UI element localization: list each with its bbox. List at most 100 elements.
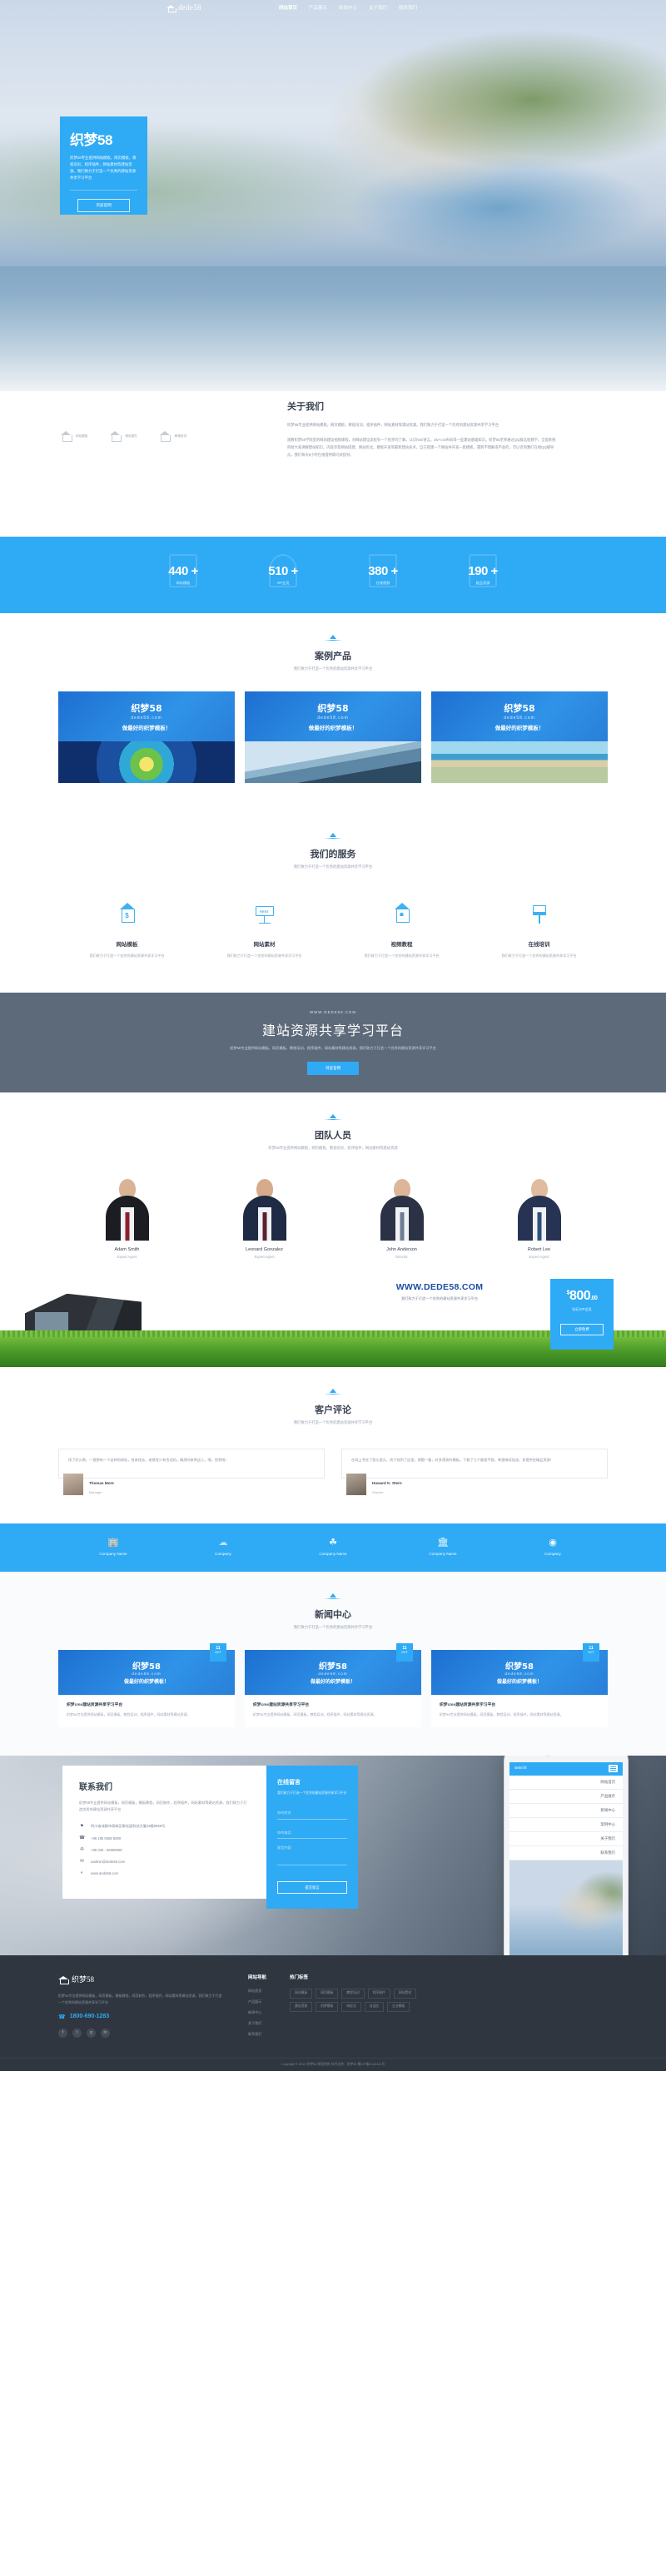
product-card[interactable]: 织梦58 dede58.com 做最好的织梦模板！	[245, 691, 421, 783]
team-member[interactable]: Adam Smith Expert Agent	[58, 1176, 196, 1259]
news-banner: 织梦58 dede58.com 做最好的织梦模板！	[58, 1649, 235, 1695]
testimonials-title: 客户评论	[315, 1404, 351, 1415]
footer-tag[interactable]: 企业模板	[387, 2001, 410, 2012]
nav-item-contact[interactable]: 联系我们	[399, 4, 417, 11]
twitter-icon[interactable]: t	[72, 2028, 82, 2038]
footer-tag[interactable]: 自适应	[364, 2001, 385, 2012]
news-subtitle: 我们致力于打造一个优秀的建站资源共享学习平台	[293, 1624, 373, 1629]
mobile-menu-item-cases[interactable]: 案例中心	[509, 1818, 623, 1832]
news-month: OCT	[401, 1650, 408, 1654]
news-card[interactable]: 织梦58 dede58.com 做最好的织梦模板！ 11 OCT 织梦cms建站…	[245, 1642, 421, 1727]
news-grid: 织梦58 dede58.com 做最好的织梦模板！ 11 OCT 织梦cms建站…	[58, 1642, 608, 1727]
phone-input[interactable]	[277, 1826, 347, 1840]
author-role: Director	[372, 1490, 384, 1495]
about-feature-list: 网站模板 程序插件 教程培训	[60, 431, 186, 442]
hero-cta-button[interactable]: 浏览官网	[77, 198, 130, 212]
mobile-menu-item-about[interactable]: 关于我们	[509, 1832, 623, 1846]
products-title: 案例产品	[315, 651, 351, 661]
partner-item[interactable]: ◉ Company	[498, 1538, 608, 1557]
footer-link-about[interactable]: 关于我们	[248, 2021, 266, 2026]
hamburger-menu-icon[interactable]	[609, 1765, 618, 1773]
mobile-menu-item-products[interactable]: 产品展示	[509, 1790, 623, 1804]
footer-tag[interactable]: 网站模板	[290, 1988, 313, 1999]
footer-link-news[interactable]: 新闻中心	[248, 2010, 266, 2015]
cta-button[interactable]: 浏览官网	[307, 1061, 359, 1075]
message-textarea[interactable]	[277, 1842, 347, 1866]
hero-card: 织梦58 织梦58专业提供网站模板，网页模板，教程培训，程序插件，网站素材等建站…	[60, 116, 147, 215]
footer-tag[interactable]: 教程培训	[341, 1988, 365, 1999]
contact-email[interactable]: aadmin@dede58.com	[91, 1860, 125, 1864]
partner-item[interactable]: ☁ Company	[168, 1538, 278, 1557]
partner-item[interactable]: 🏢 Company Name	[58, 1538, 168, 1557]
promo-text-block: WWW.DEDE58.COM 我们致力于打造一个优秀的建站资源共享学习平台	[340, 1282, 539, 1301]
house-icon	[159, 431, 171, 442]
product-card[interactable]: 织梦58 dede58.com 做最好的织梦模板！	[58, 691, 235, 783]
news-card[interactable]: 织梦58 dede58.com 做最好的织梦模板！ 11 OCT 织梦cms建站…	[58, 1642, 235, 1727]
product-card[interactable]: 织梦58 dede58.com 做最好的织梦模板！	[431, 691, 608, 783]
hero-divider	[70, 189, 137, 191]
footer-tag[interactable]: 织梦模板	[316, 2001, 339, 2012]
team-member[interactable]: John Anderson Director	[333, 1176, 470, 1259]
service-item-online-training[interactable]: 在线培训 我们致力于打造一个优秀的建站资源共享学习平台	[470, 903, 608, 959]
google-icon[interactable]: g	[87, 2028, 96, 2038]
products-heading: 案例产品 我们致力于打造一个优秀的建站资源共享学习平台	[0, 613, 666, 671]
facebook-icon[interactable]: f	[58, 2028, 67, 2038]
footer-tag[interactable]: 建站资源	[290, 2001, 313, 2012]
stat-value: 440 +	[168, 564, 198, 578]
testimonials-grid: 找了好久啊，一直想有一个这样的网站，找来找去，老感觉少有合适的。偶然间来到这儿，…	[58, 1448, 608, 1495]
footer-link-contact[interactable]: 联系我们	[248, 2032, 266, 2037]
product-banner: 织梦58 dede58.com 做最好的织梦模板！	[58, 691, 235, 741]
cta-url: WWW.DEDE58.COM	[310, 1009, 356, 1014]
price-cta-button[interactable]: 立即免费	[560, 1323, 604, 1335]
footer-tag[interactable]: 网页模板	[316, 1988, 339, 1999]
team-member[interactable]: Robert Lee Expert Agent	[470, 1176, 608, 1259]
nav-item-news[interactable]: 新闻中心	[339, 4, 357, 11]
news-card[interactable]: 织梦58 dede58.com 做最好的织梦模板！ 11 OCT 织梦cms建站…	[431, 1642, 608, 1727]
member-role: Expert Agent	[529, 1254, 549, 1259]
rent-sign-icon: RENT	[255, 903, 275, 924]
statistics-bar: 440 + 网站模板 510 + VIP会员 380 + 在线视频 190 + …	[0, 537, 666, 613]
contact-info-card: 联系我们 织梦58专业提供网站模板，网页模板，模板教程，网页制作，程序插件，网站…	[62, 1765, 266, 1900]
author-name: Howard K. Stern	[372, 1481, 402, 1486]
avatar	[63, 1473, 83, 1495]
stat-value: 380 +	[368, 564, 398, 578]
partner-item[interactable]: ☘ Company Name	[278, 1538, 388, 1557]
promo-subtitle: 我们致力于打造一个优秀的建站资源共享学习平台	[400, 1295, 479, 1300]
submit-message-button[interactable]: 提交留言	[277, 1881, 347, 1895]
team-heading: 团队人员 织梦58专业提供网站模板，网页模板，教程培训，程序插件，网站素材等建站…	[0, 1092, 666, 1151]
news-body: 织梦cms建站资源共享学习平台 织梦58专业提供网站模板，网页模板，教程培训，程…	[431, 1694, 608, 1727]
stat-item: 380 + 在线视频	[333, 554, 433, 587]
footer-logo[interactable]: 织梦58	[58, 1974, 225, 1984]
footer-tag[interactable]: 程序插件	[367, 1988, 390, 1999]
contact-section: 联系我们 织梦58专业提供网站模板，网页模板，模板教程，网页制作，程序插件，网站…	[0, 1755, 666, 1955]
avatar	[346, 1473, 366, 1495]
linkedin-icon[interactable]: in	[101, 2028, 110, 2038]
avatar	[100, 1176, 155, 1241]
mobile-menu-item-home[interactable]: 网站首页	[509, 1776, 623, 1790]
nav-item-home[interactable]: 网站首页	[279, 4, 297, 11]
nav-item-about[interactable]: 关于我们	[369, 4, 387, 11]
mobile-menu-item-contact[interactable]: 联系我们	[509, 1846, 623, 1860]
nav-item-products[interactable]: 产品展示	[309, 4, 327, 11]
site-logo[interactable]: dede58	[166, 3, 201, 12]
service-item-website-material[interactable]: RENT 网站素材 我们致力于打造一个优秀的建站资源共享学习平台	[196, 903, 333, 959]
about-feature-label: 程序插件	[125, 434, 137, 438]
footer-link-products[interactable]: 产品展示	[248, 1999, 266, 2004]
mobile-menu-item-news[interactable]: 新闻中心	[509, 1804, 623, 1818]
name-input[interactable]	[277, 1806, 347, 1820]
partner-name: Company Name	[319, 1552, 347, 1557]
contact-website[interactable]: www.dede58.com	[91, 1871, 118, 1875]
house-icon	[109, 431, 122, 442]
footer-tag[interactable]: 网站素材	[393, 1988, 416, 1999]
cloud-icon: ☁	[218, 1538, 228, 1548]
author-role: Manager	[89, 1490, 102, 1495]
team-member[interactable]: Leonard Gonzalez Expert Agent	[196, 1176, 333, 1259]
hero-description: 织梦58专业提供网站模板，网页模板，教程培训，程序插件，网站素材等建站资源。我们…	[70, 156, 137, 181]
footer-link-home[interactable]: 网站首页	[248, 1989, 266, 1994]
service-item-website-template[interactable]: $ 网站模板 我们致力于打造一个优秀的建站资源共享学习平台	[58, 903, 196, 959]
news-body: 织梦cms建站资源共享学习平台 织梦58专业提供网站模板，网页模板，教程培训，程…	[245, 1694, 421, 1727]
services-title: 我们的服务	[310, 850, 356, 859]
partner-item[interactable]: 🏛 Company Name	[388, 1538, 498, 1557]
service-item-video-tutorial[interactable]: ☗ 视频教程 我们致力于打造一个优秀的建站资源共享学习平台	[333, 903, 470, 959]
footer-tag[interactable]: 响应式	[341, 2001, 361, 2012]
